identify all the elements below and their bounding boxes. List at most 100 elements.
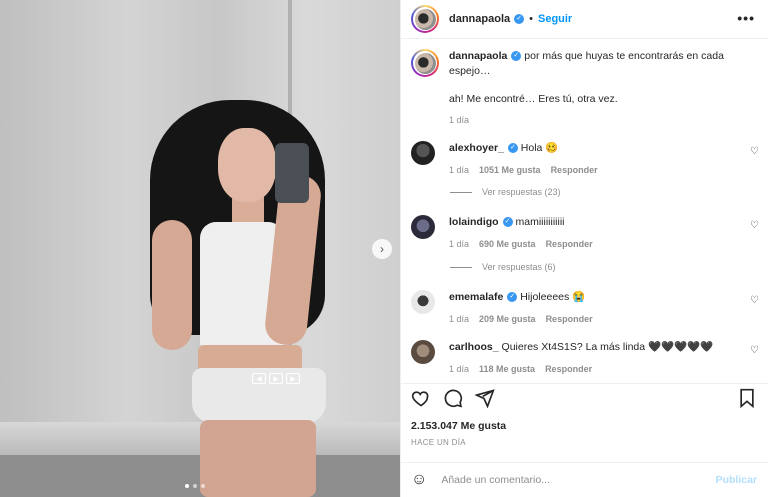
comment-item: carlhoos_ Quieres Xt4S1S? La más linda 🖤… bbox=[411, 340, 759, 376]
caption-avatar[interactable] bbox=[411, 49, 439, 77]
comment-input[interactable] bbox=[441, 474, 682, 486]
comment-item: ememalafe ✓ Hijoleeees 😭 1 día 209 Me gus… bbox=[411, 290, 759, 326]
post-time: HACE UN DÍA bbox=[411, 438, 466, 447]
comment-item: alexhoyer_ ✓ Hola 🥴 1 día 1051 Me gusta R… bbox=[411, 141, 759, 177]
comment-username[interactable]: lolaindigo bbox=[449, 216, 499, 228]
commenter-avatar[interactable] bbox=[411, 215, 435, 239]
comment-text: mamiiiiiiiiiii bbox=[515, 216, 565, 228]
comment-likes[interactable]: 209 Me gusta bbox=[479, 312, 536, 326]
share-icon[interactable] bbox=[475, 388, 495, 408]
comment-body: carlhoos_ Quieres Xt4S1S? La más linda 🖤… bbox=[449, 340, 739, 376]
comment-item: lolaindigo ✓ mamiiiiiiiiiii 1 día 690 Me … bbox=[411, 215, 759, 251]
play-icon: ▶ bbox=[269, 373, 283, 384]
bookmark-icon[interactable] bbox=[738, 388, 756, 408]
save-button[interactable] bbox=[738, 388, 756, 408]
carousel-next-button[interactable]: › bbox=[372, 239, 392, 259]
avatar-ring bbox=[413, 51, 437, 75]
view-replies-label: Ver respuestas (23) bbox=[482, 187, 561, 197]
commenter-avatar[interactable] bbox=[411, 290, 435, 314]
caption-username[interactable]: dannapaola bbox=[449, 50, 507, 62]
comment-username[interactable]: alexhoyer_ bbox=[449, 142, 504, 154]
comment-icon[interactable] bbox=[443, 388, 463, 408]
view-replies-button[interactable]: Ver respuestas (23) bbox=[450, 187, 561, 197]
heart-icon[interactable]: ♡ bbox=[750, 295, 759, 306]
avatar-image bbox=[414, 8, 436, 30]
comment-body: lolaindigo ✓ mamiiiiiiiiiii 1 día 690 Me … bbox=[449, 215, 739, 251]
photo-legs bbox=[200, 420, 316, 497]
caption-text-2: ah! Me encontré… Eres tú, otra vez. bbox=[449, 93, 618, 105]
comment-meta: 1 día 1051 Me gusta Responder bbox=[449, 163, 739, 177]
view-replies-label: Ver respuestas (6) bbox=[482, 262, 556, 272]
reply-button[interactable]: Responder bbox=[546, 312, 593, 326]
photo-face bbox=[218, 128, 276, 202]
post-photo[interactable]: ◀ ▶ ▶ › bbox=[0, 0, 400, 497]
add-comment-bar: ☺ Publicar bbox=[401, 462, 768, 497]
author-username[interactable]: dannapaola bbox=[449, 13, 510, 25]
forward-icon: ▶ bbox=[286, 373, 300, 384]
carousel-dot-active bbox=[185, 484, 189, 488]
comment-time: 1 día bbox=[449, 165, 470, 175]
actions-divider bbox=[401, 383, 768, 384]
commenter-avatar[interactable] bbox=[411, 340, 435, 364]
caption-body: dannapaola ✓ por más que huyas te encontr… bbox=[449, 49, 754, 127]
avatar[interactable] bbox=[411, 5, 439, 33]
verified-badge-icon: ✓ bbox=[502, 217, 513, 228]
comment-meta: 1 día 209 Me gusta Responder bbox=[449, 312, 739, 326]
heart-icon[interactable]: ♡ bbox=[750, 345, 759, 356]
follow-button[interactable]: Seguir bbox=[538, 13, 572, 25]
heart-icon[interactable] bbox=[411, 388, 431, 408]
emoji-icon[interactable]: ☺ bbox=[411, 471, 427, 489]
verified-badge-icon: ✓ bbox=[507, 143, 518, 154]
instagram-post: ◀ ▶ ▶ › dannapaola ✓ • Seguir ••• dannap… bbox=[0, 0, 768, 497]
post-details: dannapaola ✓ • Seguir ••• dannapaola ✓ po… bbox=[400, 0, 768, 497]
verified-badge-icon: ✓ bbox=[507, 292, 518, 303]
reply-button[interactable]: Responder bbox=[546, 237, 593, 251]
rewind-icon: ◀ bbox=[252, 373, 266, 384]
carousel-dots bbox=[185, 484, 205, 488]
comment-meta: 1 día 690 Me gusta Responder bbox=[449, 237, 739, 251]
replies-line bbox=[450, 191, 472, 193]
reply-button[interactable]: Responder bbox=[545, 362, 592, 376]
heart-icon[interactable]: ♡ bbox=[750, 146, 759, 157]
avatar-image bbox=[414, 52, 436, 74]
comment-likes[interactable]: 690 Me gusta bbox=[479, 237, 536, 251]
photo-phone bbox=[275, 143, 309, 203]
heart-icon[interactable]: ♡ bbox=[750, 220, 759, 231]
comment-line: lolaindigo ✓ mamiiiiiiiiiii bbox=[449, 215, 739, 229]
comment-meta: 1 día 118 Me gusta Responder bbox=[449, 362, 739, 376]
verified-badge-icon: ✓ bbox=[514, 14, 525, 24]
publish-button[interactable]: Publicar bbox=[716, 474, 757, 486]
comment-likes[interactable]: 118 Me gusta bbox=[479, 362, 535, 376]
comment-text: Hola 🥴 bbox=[520, 142, 559, 154]
carousel-dot bbox=[201, 484, 205, 488]
verified-badge-icon: ✓ bbox=[511, 51, 522, 62]
reply-button[interactable]: Responder bbox=[551, 163, 598, 177]
caption-first-line: dannapaola ✓ por más que huyas te encontr… bbox=[449, 49, 754, 78]
comment-line: ememalafe ✓ Hijoleeees 😭 bbox=[449, 290, 739, 304]
carousel-dot bbox=[193, 484, 197, 488]
comment-body: alexhoyer_ ✓ Hola 🥴 1 día 1051 Me gusta R… bbox=[449, 141, 739, 177]
view-replies-button[interactable]: Ver respuestas (6) bbox=[450, 262, 556, 272]
like-count[interactable]: 2.153.047 Me gusta bbox=[411, 420, 506, 432]
comment-text: Quieres Xt4S1S? La más linda 🖤🖤🖤🖤🖤 bbox=[501, 341, 714, 353]
chevron-right-icon: › bbox=[380, 242, 384, 256]
commenter-avatar[interactable] bbox=[411, 141, 435, 165]
comment-text: Hijoleeees 😭 bbox=[520, 291, 586, 303]
comment-line: carlhoos_ Quieres Xt4S1S? La más linda 🖤… bbox=[449, 340, 739, 354]
comment-likes[interactable]: 1051 Me gusta bbox=[479, 163, 541, 177]
comment-line: alexhoyer_ ✓ Hola 🥴 bbox=[449, 141, 739, 155]
post-header: dannapaola ✓ • Seguir ••• bbox=[401, 0, 768, 39]
dot-separator: • bbox=[529, 13, 533, 25]
video-controls: ◀ ▶ ▶ bbox=[252, 373, 300, 384]
comment-username[interactable]: ememalafe bbox=[449, 291, 503, 303]
post-caption: dannapaola ✓ por más que huyas te encontr… bbox=[411, 49, 759, 127]
replies-line bbox=[450, 266, 472, 268]
photo-arm-left bbox=[152, 220, 192, 350]
comment-time: 1 día bbox=[449, 239, 470, 249]
comment-time: 1 día bbox=[449, 314, 470, 324]
comment-username[interactable]: carlhoos_ bbox=[449, 341, 499, 353]
caption-time: 1 día bbox=[449, 114, 470, 125]
comment-body: ememalafe ✓ Hijoleeees 😭 1 día 209 Me gus… bbox=[449, 290, 739, 326]
more-icon[interactable]: ••• bbox=[737, 10, 755, 26]
avatar-ring bbox=[413, 7, 437, 31]
